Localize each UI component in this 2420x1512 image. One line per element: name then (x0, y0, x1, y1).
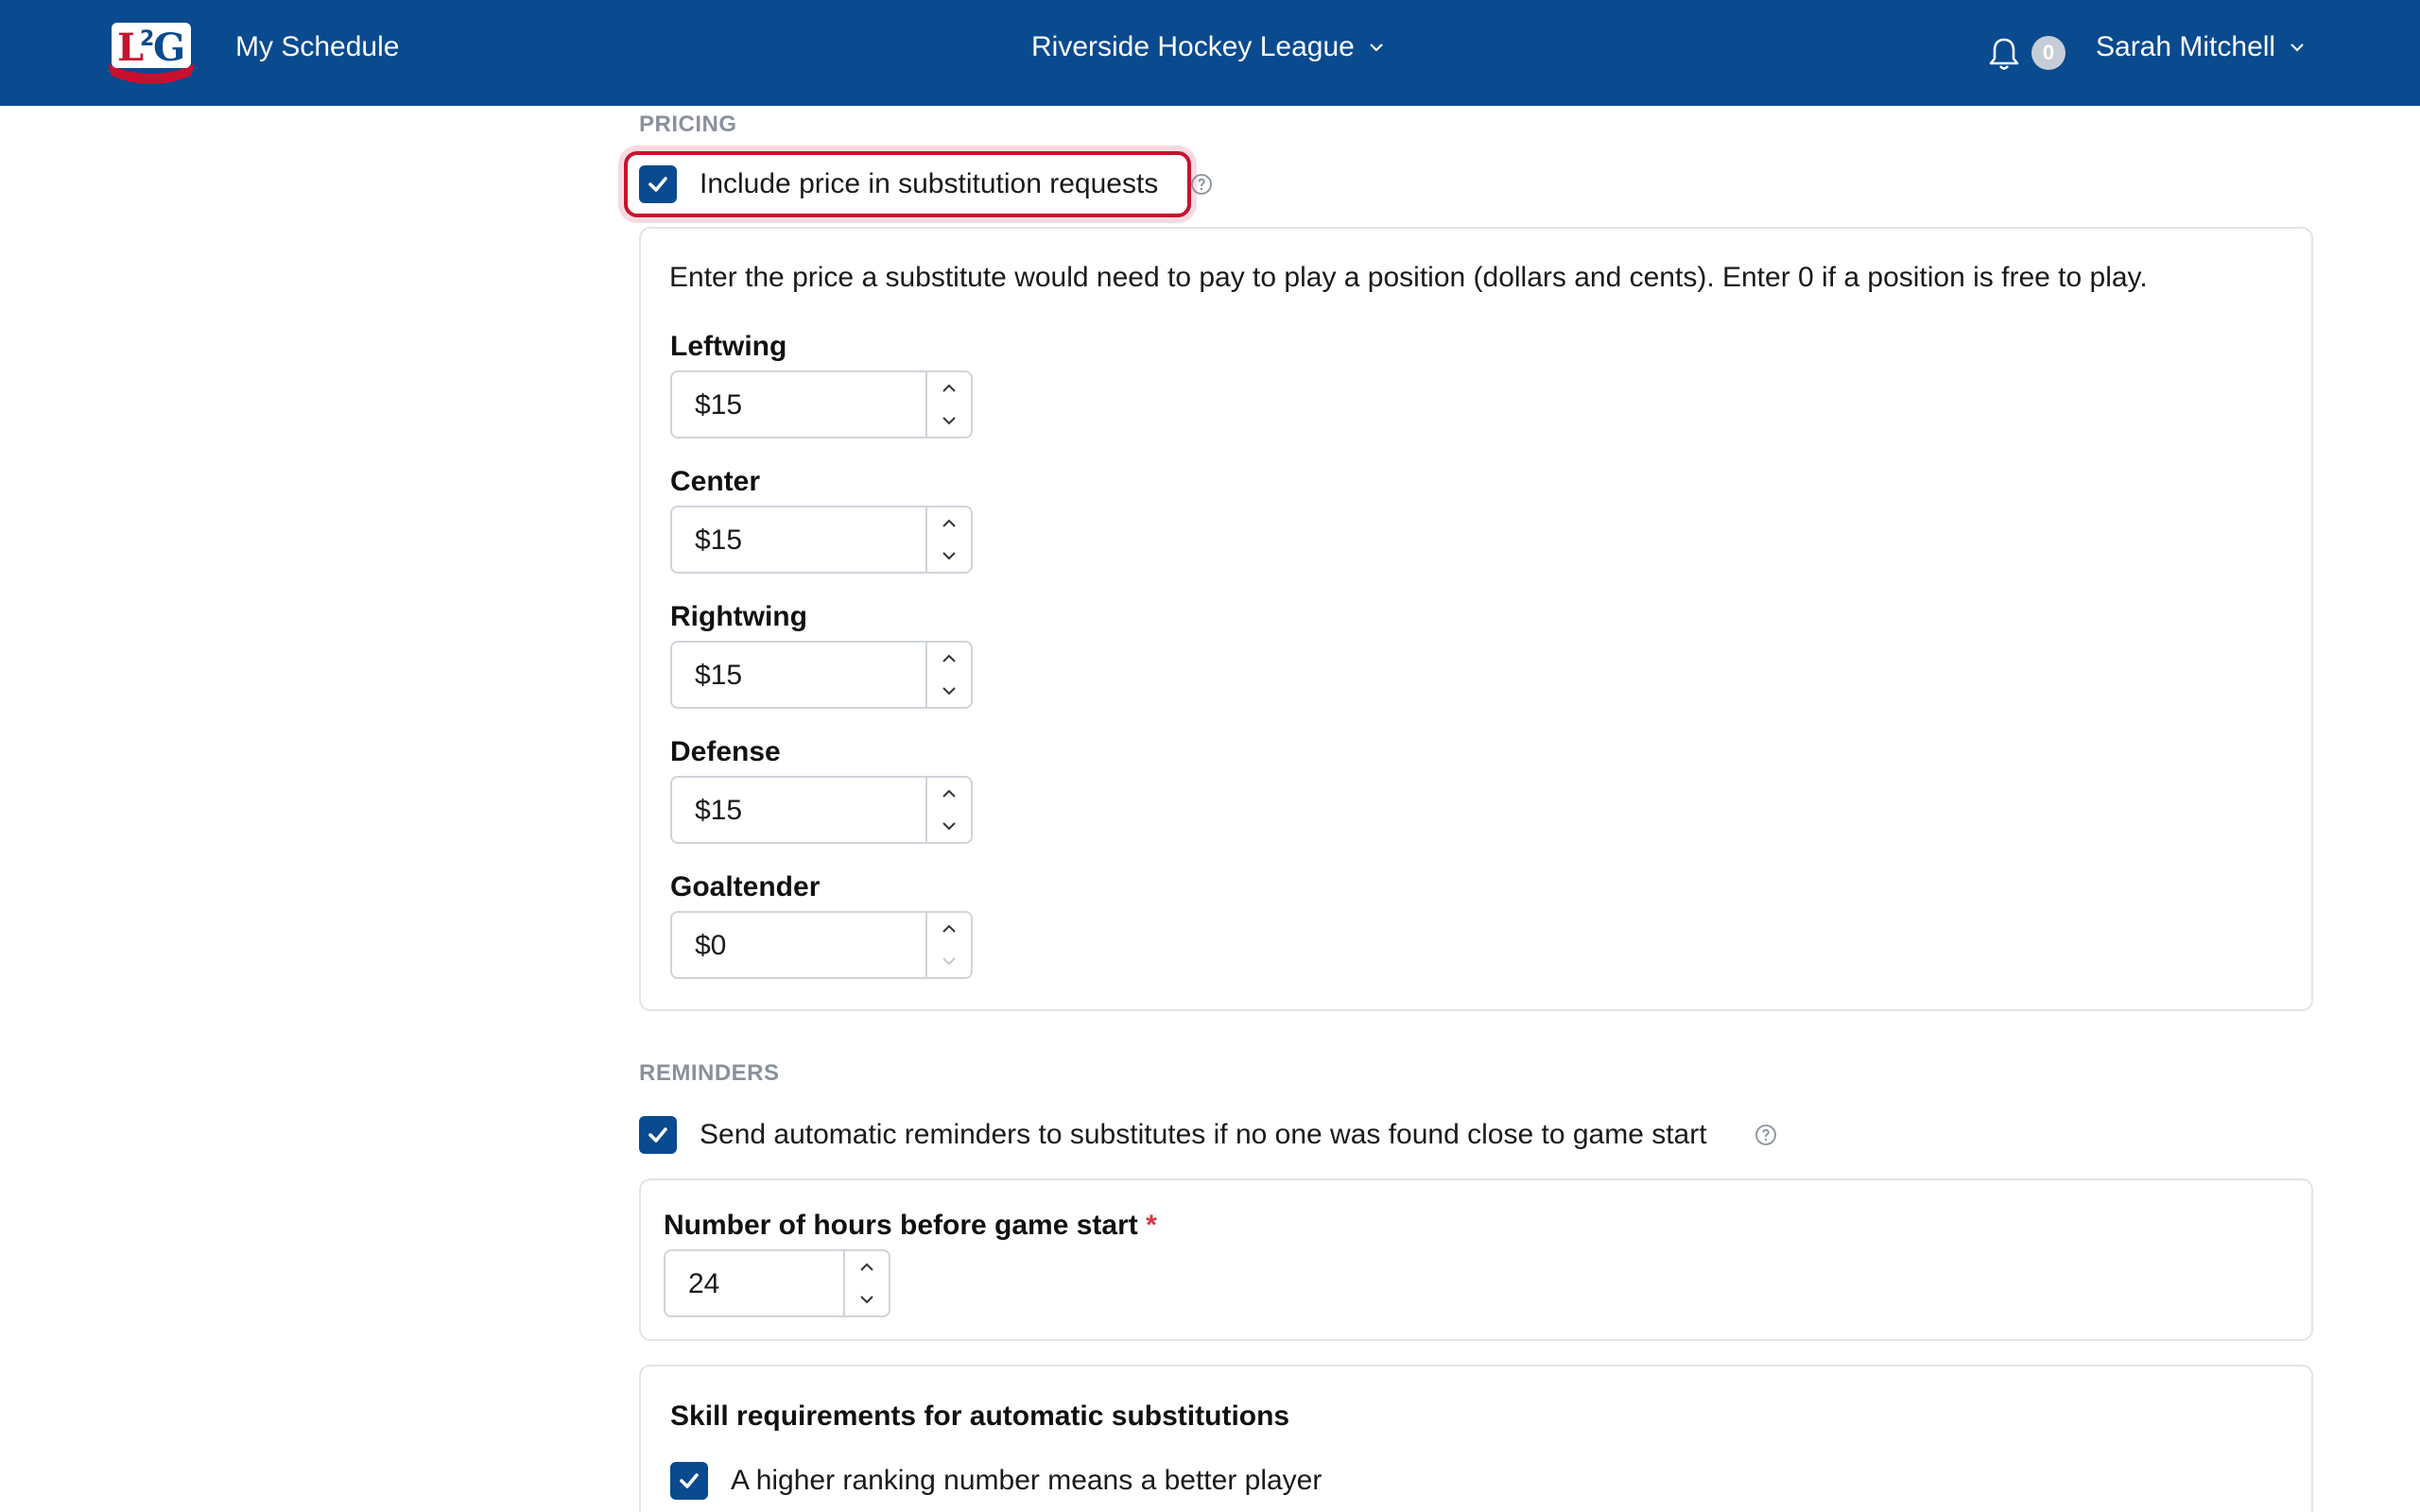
rightwing-price-value: $15 (695, 660, 743, 691)
higher-ranking-checkbox[interactable] (670, 1462, 708, 1500)
center-price-input[interactable]: $15 (670, 506, 973, 574)
include-price-label[interactable]: Include price in substitution requests (700, 168, 1158, 200)
rightwing-label: Rightwing (670, 601, 807, 632)
goaltender-label: Goaltender (670, 871, 821, 902)
defense-label: Defense (670, 736, 781, 767)
league-name: Riverside Hockey League (1031, 31, 1355, 62)
goaltender-stepper (925, 913, 971, 977)
decrement-chevron-down-icon[interactable] (927, 540, 971, 572)
decrement-chevron-down-icon-disabled (927, 945, 971, 977)
auto-reminder-checkbox[interactable] (639, 1116, 677, 1154)
increment-chevron-up-icon[interactable] (927, 913, 971, 945)
auto-reminder-label[interactable]: Send automatic reminders to substitutes … (700, 1119, 1707, 1151)
leftwing-price-value: $15 (695, 389, 743, 421)
chevron-down-icon (2290, 43, 2304, 52)
goaltender-price-value: $0 (695, 930, 727, 961)
decrement-chevron-down-icon[interactable] (845, 1283, 889, 1315)
my-schedule-link[interactable]: My Schedule (235, 31, 399, 63)
leftwing-price-input[interactable]: $15 (670, 370, 973, 438)
pricing-panel (639, 227, 2313, 1011)
rightwing-stepper (925, 643, 971, 707)
decrement-chevron-down-icon[interactable] (927, 675, 971, 707)
chevron-down-icon (1370, 43, 1383, 52)
increment-chevron-up-icon[interactable] (927, 372, 971, 404)
pricing-description: Enter the price a substitute would need … (669, 262, 2148, 293)
higher-ranking-label[interactable]: A higher ranking number means a better p… (731, 1465, 1322, 1497)
center-label: Center (670, 466, 761, 497)
increment-chevron-up-icon[interactable] (927, 507, 971, 540)
hours-before-input[interactable]: 24 (664, 1249, 890, 1317)
hours-stepper (843, 1251, 889, 1315)
increment-chevron-up-icon[interactable] (927, 778, 971, 810)
checkmark-icon (648, 1127, 667, 1143)
center-price-value: $15 (695, 524, 743, 556)
top-navbar: L 2 G My Schedule Riverside Hockey Leagu… (0, 0, 2420, 106)
rightwing-price-input[interactable]: $15 (670, 641, 973, 709)
defense-price-value: $15 (695, 795, 743, 826)
skill-requirements-title: Skill requirements for automatic substit… (670, 1400, 1290, 1432)
defense-price-input[interactable]: $15 (670, 776, 973, 844)
l2g-logo[interactable]: L 2 G (104, 17, 199, 85)
reminders-section-title: REMINDERS (639, 1060, 780, 1086)
decrement-chevron-down-icon[interactable] (927, 810, 971, 842)
checkmark-icon (680, 1473, 699, 1488)
svg-text:G: G (153, 26, 185, 70)
decrement-chevron-down-icon[interactable] (927, 404, 971, 437)
leftwing-label: Leftwing (670, 331, 787, 362)
hours-value: 24 (688, 1268, 720, 1299)
user-name: Sarah Mitchell (2096, 31, 2276, 62)
checkmark-icon (648, 177, 667, 192)
center-stepper (925, 507, 971, 572)
increment-chevron-up-icon[interactable] (845, 1251, 889, 1283)
notification-count-badge: 0 (2031, 36, 2066, 70)
goaltender-price-input[interactable]: $0 (670, 911, 973, 979)
defense-stepper (925, 778, 971, 842)
hours-label-text: Number of hours before game start (664, 1210, 1138, 1241)
user-menu[interactable]: Sarah Mitchell (2096, 31, 2306, 63)
required-asterisk: * (1146, 1210, 1157, 1241)
bell-icon[interactable] (1987, 36, 2021, 72)
hours-label: Number of hours before game start * (664, 1210, 1157, 1242)
help-icon[interactable] (1754, 1124, 1777, 1146)
include-price-checkbox[interactable] (639, 165, 677, 203)
pricing-section-title: PRICING (639, 112, 737, 137)
league-selector[interactable]: Riverside Hockey League (1031, 31, 1385, 63)
help-icon[interactable] (1190, 173, 1213, 196)
leftwing-stepper (925, 372, 971, 437)
increment-chevron-up-icon[interactable] (927, 643, 971, 675)
